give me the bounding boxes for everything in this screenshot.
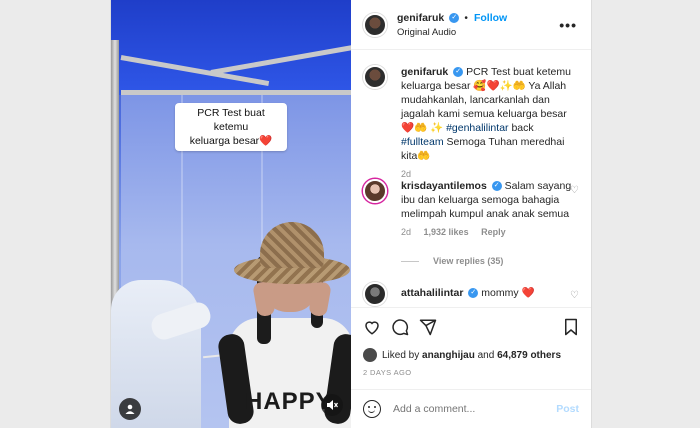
speaker-glyph bbox=[327, 400, 338, 410]
speaker-muted-icon[interactable] bbox=[321, 394, 343, 416]
comment-username[interactable]: attahalilintar bbox=[401, 287, 463, 299]
verified-badge-icon: ✓ bbox=[468, 288, 479, 299]
video-caption-line1: PCR Test buat ketemu bbox=[197, 107, 265, 133]
avatar[interactable] bbox=[363, 12, 387, 37]
comment-item: krisdayantilemos ✓ Salam sayang ibu dan … bbox=[363, 179, 579, 237]
add-comment-bar: Post bbox=[351, 389, 591, 428]
caption-username[interactable]: genifaruk bbox=[401, 66, 448, 78]
comment-time[interactable]: 2d bbox=[401, 227, 411, 237]
comment-text: mommy ❤️ bbox=[481, 287, 535, 299]
dot-separator: • bbox=[464, 12, 468, 24]
person-icon[interactable] bbox=[119, 398, 141, 420]
comments-section: genifaruk ✓ PCR Test buat ketemu keluarg… bbox=[351, 50, 591, 307]
tent-beam bbox=[121, 90, 351, 95]
post-date[interactable]: 2 DAYS AGO bbox=[363, 368, 411, 377]
post-video[interactable]: PCR Test buat ketemu keluarga besar❤️ HA… bbox=[111, 0, 351, 428]
verified-badge-icon: ✓ bbox=[449, 12, 460, 23]
shirt-print: HAPPY bbox=[245, 388, 333, 415]
video-caption-line2: keluarga besar❤️ bbox=[189, 135, 273, 147]
comment-likes[interactable]: 1,932 likes bbox=[424, 227, 469, 237]
comment-like-icon[interactable]: ♡ bbox=[570, 185, 579, 196]
view-replies-button[interactable]: View replies (35) bbox=[401, 256, 503, 266]
post-sidebar: genifaruk ✓ • Follow Original Audio ••• … bbox=[351, 0, 591, 428]
liked-by-user[interactable]: ananghijau bbox=[422, 350, 475, 361]
hashtag-link[interactable]: #fullteam bbox=[401, 136, 444, 148]
heart-emoji: ❤️ bbox=[259, 135, 273, 147]
comment-input[interactable] bbox=[393, 403, 557, 415]
tent-canopy bbox=[111, 0, 351, 95]
header-username[interactable]: genifaruk bbox=[397, 12, 444, 24]
bookmark-icon[interactable] bbox=[563, 318, 579, 340]
comment-icon[interactable] bbox=[391, 318, 409, 340]
reply-button[interactable]: Reply bbox=[481, 227, 506, 237]
verified-badge-icon: ✓ bbox=[491, 181, 502, 192]
post-button[interactable]: Post bbox=[556, 403, 579, 415]
likes-count[interactable]: 64,879 others bbox=[497, 350, 561, 361]
person-glyph bbox=[125, 404, 135, 414]
bookmark-glyph bbox=[565, 318, 577, 336]
comment-glyph bbox=[392, 319, 409, 336]
woven-hat bbox=[234, 222, 350, 288]
hashtag-link[interactable]: #genhalilintar bbox=[446, 122, 508, 134]
follow-button[interactable]: Follow bbox=[474, 12, 507, 24]
caption-text: back bbox=[511, 122, 534, 134]
likes-summary: Liked by ananghijau and 64,879 others bbox=[363, 348, 561, 362]
avatar[interactable] bbox=[363, 348, 377, 362]
heart-glyph bbox=[365, 321, 379, 335]
caption-time[interactable]: 2d bbox=[401, 169, 411, 179]
more-options-icon[interactable]: ••• bbox=[559, 17, 577, 33]
instagram-post: PCR Test buat ketemu keluarga besar❤️ HA… bbox=[110, 0, 592, 428]
original-audio-link[interactable]: Original Audio bbox=[397, 27, 507, 38]
avatar[interactable] bbox=[363, 179, 387, 203]
comment-like-icon[interactable]: ♡ bbox=[570, 290, 579, 301]
comment-username[interactable]: krisdayantilemos bbox=[401, 180, 487, 192]
comment-item: attahalilintar ✓ mommy ❤️ ♡ bbox=[363, 282, 579, 306]
action-bar bbox=[351, 307, 591, 347]
verified-badge-icon: ✓ bbox=[453, 67, 464, 78]
emoji-icon[interactable] bbox=[363, 400, 381, 418]
heart-icon[interactable] bbox=[363, 318, 381, 340]
share-glyph bbox=[419, 319, 437, 336]
post-caption: genifaruk ✓ PCR Test buat ketemu keluarg… bbox=[363, 65, 579, 179]
share-icon[interactable] bbox=[419, 318, 437, 340]
tent-pole bbox=[111, 40, 119, 310]
video-caption-sticker: PCR Test buat ketemu keluarga besar❤️ bbox=[175, 103, 287, 151]
avatar[interactable] bbox=[363, 65, 387, 89]
post-header: genifaruk ✓ • Follow Original Audio ••• bbox=[351, 0, 591, 50]
avatar[interactable] bbox=[363, 282, 387, 306]
